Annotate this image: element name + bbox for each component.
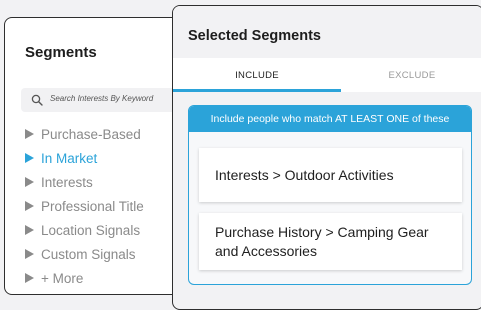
selected-segments-header: Selected Segments xyxy=(173,6,481,58)
tab-include[interactable]: INCLUDE xyxy=(173,58,341,92)
selected-segments-title: Selected Segments xyxy=(188,28,321,44)
segments-title: Segments xyxy=(25,44,97,61)
segment-item-professional-title[interactable]: Professional Title xyxy=(25,194,144,218)
segment-item-label: + More xyxy=(41,270,84,286)
caret-right-icon xyxy=(25,273,34,283)
selected-segments-panel: Selected Segments INCLUDE EXCLUDE Includ… xyxy=(172,5,481,310)
search-placeholder: Search Interests By Keyword xyxy=(50,94,154,103)
segment-item-label: Custom Signals xyxy=(41,246,136,262)
segment-item-label: Professional Title xyxy=(41,198,144,214)
segment-item-interests[interactable]: Interests xyxy=(25,170,144,194)
include-exclude-tabs: INCLUDE EXCLUDE xyxy=(173,58,481,92)
segment-item-in-market[interactable]: In Market xyxy=(25,146,144,170)
caret-right-icon xyxy=(25,225,34,235)
caret-right-icon xyxy=(25,249,34,259)
segment-item-label: Location Signals xyxy=(41,222,141,238)
segment-item-custom-signals[interactable]: Custom Signals xyxy=(25,242,144,266)
caret-right-icon xyxy=(25,177,34,187)
segment-item-label: In Market xyxy=(41,150,98,166)
tab-exclude[interactable]: EXCLUDE xyxy=(341,58,481,92)
search-icon xyxy=(31,94,43,106)
active-tab-indicator xyxy=(173,89,341,92)
segment-item-purchase-based[interactable]: Purchase-Based xyxy=(25,122,144,146)
caret-right-icon xyxy=(25,153,34,163)
segment-item-more[interactable]: + More xyxy=(25,266,144,290)
caret-right-icon xyxy=(25,129,34,139)
segment-item-label: Purchase-Based xyxy=(41,126,141,142)
selected-segment-card[interactable]: Purchase History > Camping Gear and Acce… xyxy=(199,213,462,270)
segment-item-location-signals[interactable]: Location Signals xyxy=(25,218,144,242)
segment-category-list: Purchase-Based In Market Interests Profe… xyxy=(25,122,144,290)
include-group: Include people who match AT LEAST ONE of… xyxy=(188,105,472,285)
include-banner: Include people who match AT LEAST ONE of… xyxy=(189,106,471,132)
segment-item-label: Interests xyxy=(41,174,93,190)
selected-segment-card[interactable]: Interests > Outdoor Activities xyxy=(199,148,462,202)
caret-right-icon xyxy=(25,201,34,211)
